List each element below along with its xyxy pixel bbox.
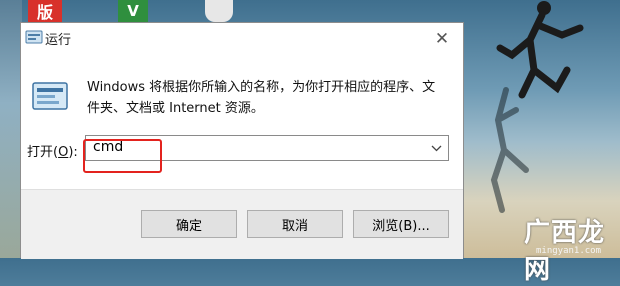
run-app-icon xyxy=(25,30,43,44)
title-bar[interactable]: 运行 ✕ xyxy=(21,23,463,53)
desktop-app-icon-red[interactable]: 版 xyxy=(28,0,62,22)
watermark-url: mingyan1.com xyxy=(536,246,602,256)
open-label: 打开(O): xyxy=(27,141,78,160)
open-label-accesskey: O xyxy=(58,145,69,160)
run-large-icon xyxy=(32,82,68,110)
open-label-prefix: 打开( xyxy=(27,145,59,160)
desktop-left-edge xyxy=(0,0,22,258)
run-dialog: 运行 ✕ Windows 将根据你所输入的名称，为你打开相应的程序、文件夹、文档… xyxy=(20,22,464,259)
browse-button[interactable]: 浏览(B)... xyxy=(353,210,449,238)
desktop-app-icon-green[interactable]: V xyxy=(118,0,148,22)
window-title: 运行 xyxy=(45,33,72,48)
close-button[interactable]: ✕ xyxy=(427,27,457,51)
open-combobox[interactable]: cmd xyxy=(85,135,449,161)
chevron-down-icon[interactable] xyxy=(428,138,444,158)
desktop-app-icon-white[interactable] xyxy=(205,0,233,22)
open-label-suffix: ): xyxy=(68,145,78,160)
runner-reflection xyxy=(490,87,529,213)
close-icon: ✕ xyxy=(434,29,450,49)
ok-button[interactable]: 确定 xyxy=(141,210,237,238)
cancel-button[interactable]: 取消 xyxy=(247,210,343,238)
open-input-value[interactable]: cmd xyxy=(93,139,123,155)
button-bar: 确定 取消 浏览(B)... xyxy=(21,189,463,259)
dialog-description: Windows 将根据你所输入的名称，为你打开相应的程序、文件夹、文档或 Int… xyxy=(87,80,436,116)
